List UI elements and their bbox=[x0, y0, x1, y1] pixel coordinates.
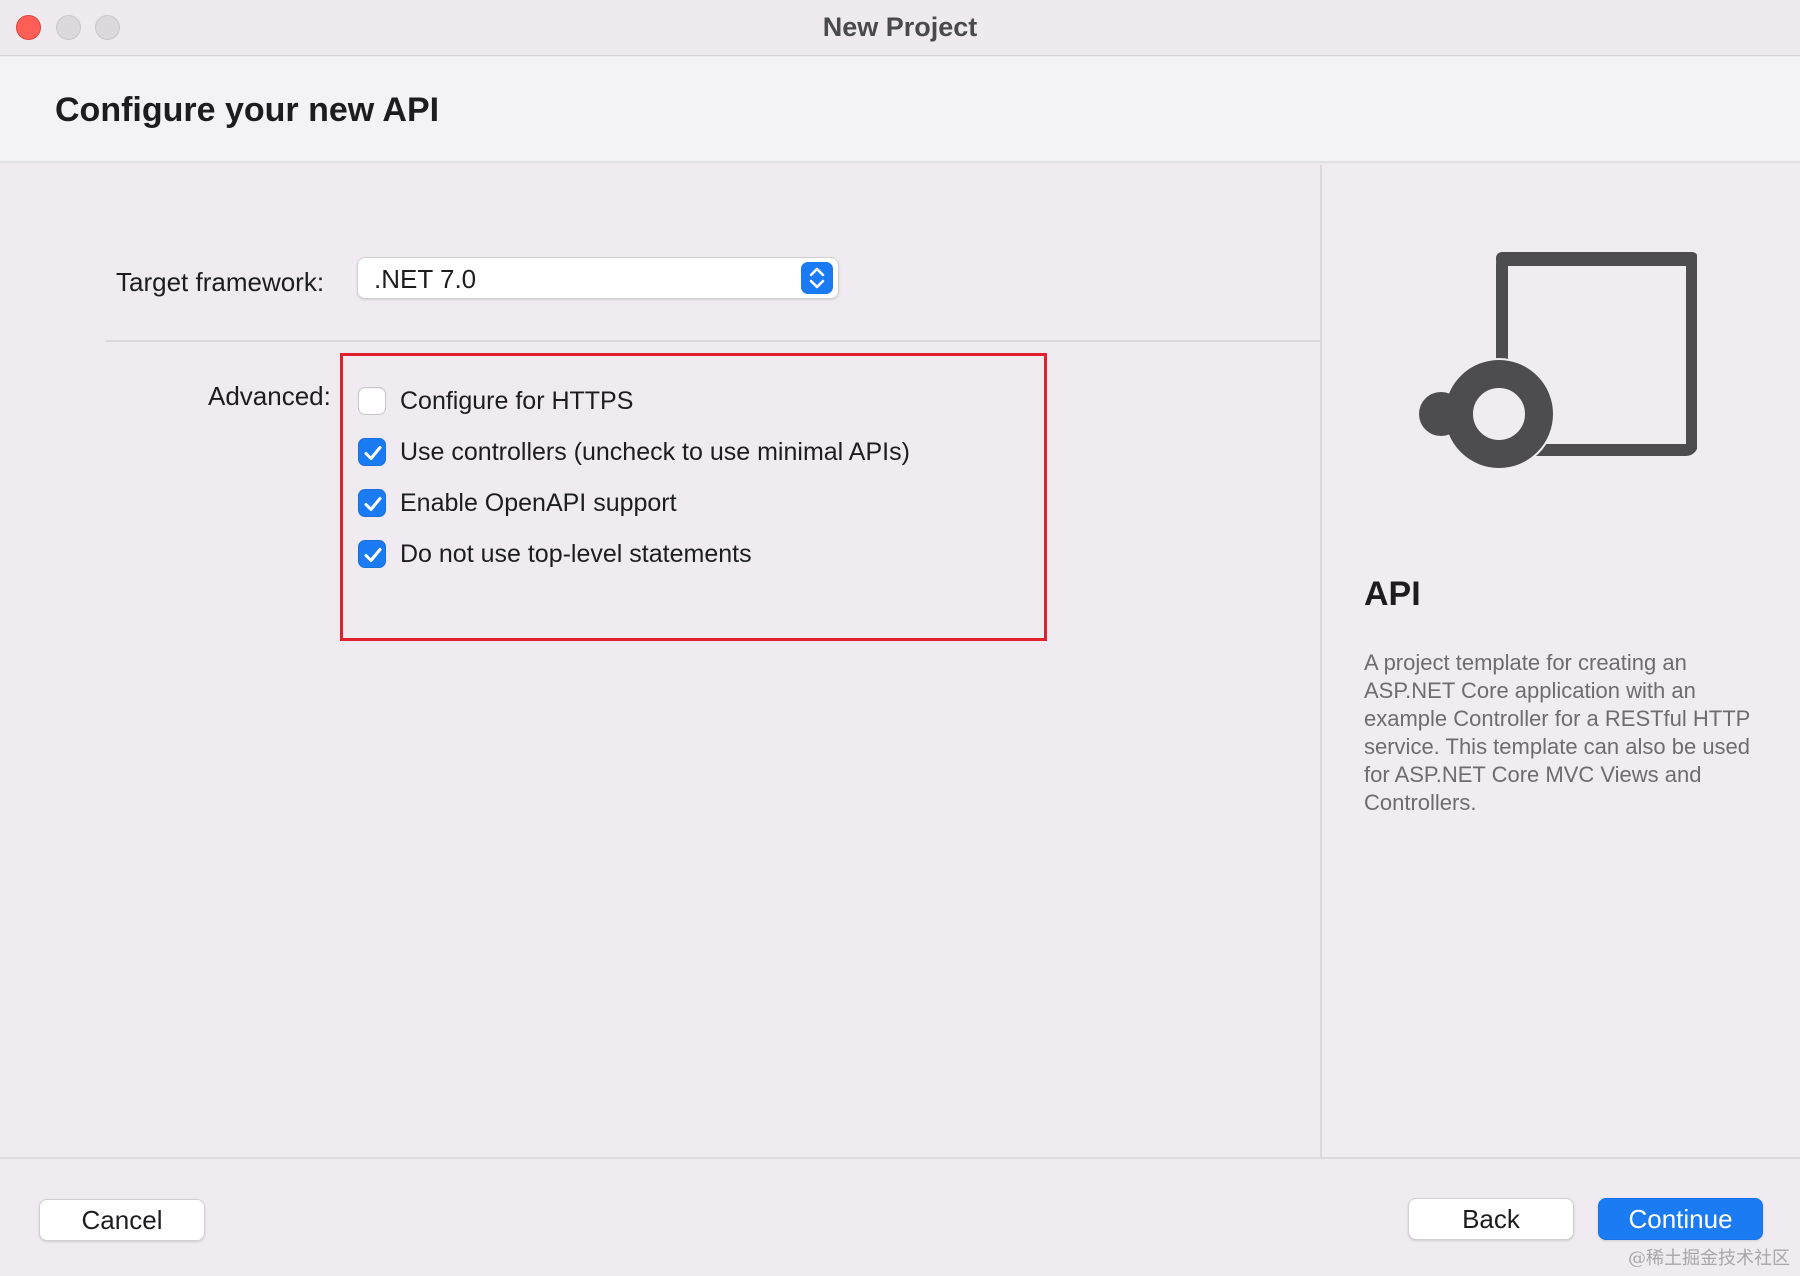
continue-button[interactable]: Continue bbox=[1598, 1198, 1763, 1240]
target-framework-label: Target framework: bbox=[116, 267, 325, 297]
template-title: API bbox=[1364, 575, 1421, 613]
checkmark-icon bbox=[364, 497, 382, 511]
openapi-option[interactable]: Enable OpenAPI support bbox=[358, 485, 677, 521]
cancel-button[interactable]: Cancel bbox=[39, 1199, 205, 1241]
page-header: Configure your new API bbox=[0, 57, 1800, 163]
openapi-option-label: Enable OpenAPI support bbox=[400, 488, 677, 517]
checkmark-icon bbox=[364, 548, 382, 562]
https-checkbox[interactable] bbox=[358, 387, 386, 415]
checkmark-icon bbox=[364, 446, 382, 460]
back-button[interactable]: Back bbox=[1408, 1198, 1574, 1240]
https-option[interactable]: Configure for HTTPS bbox=[358, 383, 633, 419]
openapi-checkbox[interactable] bbox=[358, 489, 386, 517]
template-description: A project template for creating an ASP.N… bbox=[1364, 650, 1751, 815]
template-info-panel: API A project template for creating an A… bbox=[1320, 165, 1800, 1157]
use-controllers-label: Use controllers (uncheck to use minimal … bbox=[400, 437, 910, 466]
page-title: Configure your new API bbox=[55, 91, 440, 129]
use-controllers-checkbox[interactable] bbox=[358, 438, 386, 466]
chevron-up-down-icon[interactable] bbox=[801, 262, 833, 294]
target-framework-value: .NET 7.0 bbox=[374, 264, 477, 294]
window-title: New Project bbox=[822, 12, 978, 42]
https-option-label: Configure for HTTPS bbox=[400, 386, 634, 415]
top-level-statements-option[interactable]: Do not use top-level statements bbox=[358, 536, 752, 572]
use-controllers-option[interactable]: Use controllers (uncheck to use minimal … bbox=[358, 434, 910, 470]
title-bar: New Project bbox=[0, 0, 1800, 56]
watermark-text: @稀土掘金技术社区 bbox=[1628, 1248, 1790, 1269]
top-level-statements-label: Do not use top-level statements bbox=[400, 539, 752, 568]
section-divider bbox=[106, 340, 1320, 342]
api-template-icon bbox=[1419, 252, 1697, 470]
advanced-label: Advanced: bbox=[208, 381, 331, 411]
target-framework-select[interactable]: .NET 7.0 bbox=[357, 257, 839, 299]
top-level-statements-checkbox[interactable] bbox=[358, 540, 386, 568]
form-panel: Target framework: .NET 7.0 Advanced: Con… bbox=[0, 165, 1320, 1157]
footer-bar: Cancel Back Continue bbox=[0, 1157, 1800, 1276]
